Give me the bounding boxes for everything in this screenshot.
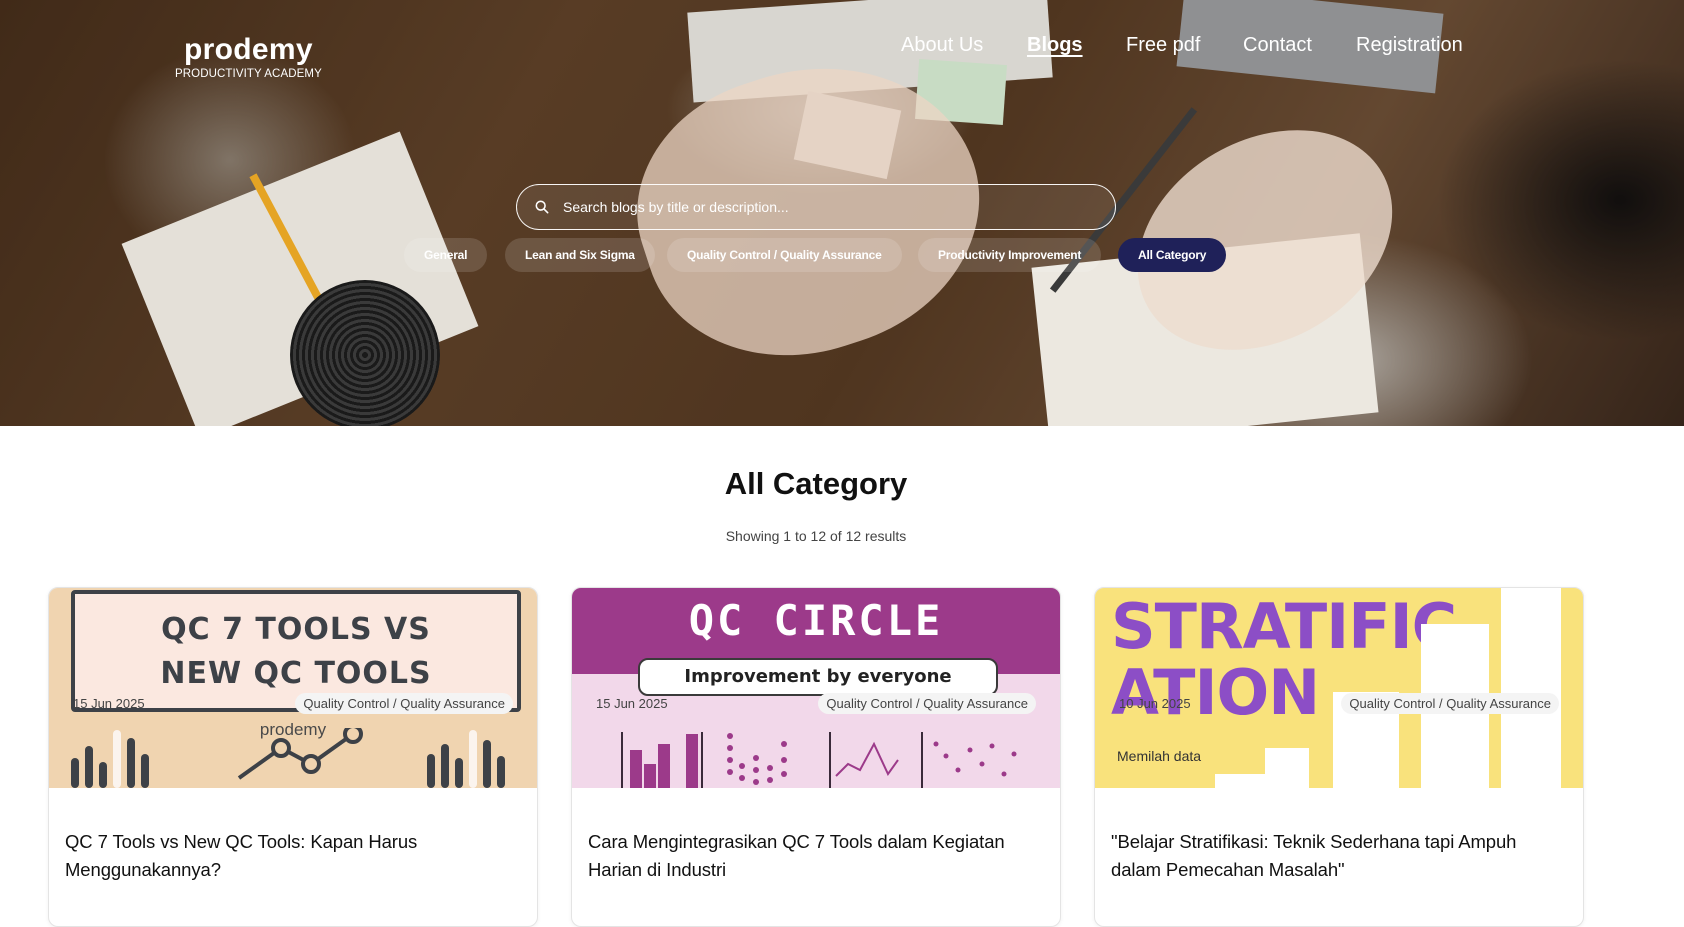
category-chip-qc-qa[interactable]: Quality Control / Quality Assurance bbox=[667, 238, 902, 272]
blog-card-title[interactable]: QC 7 Tools vs New QC Tools: Kapan Harus … bbox=[65, 828, 521, 884]
bar-chart-icon bbox=[71, 728, 505, 788]
logo-tagline: PRODUCTIVITY ACADEMY bbox=[175, 68, 322, 80]
blog-card[interactable]: QC CIRCLE Improvement by everyone Cara M… bbox=[571, 587, 1061, 927]
nav-free-pdf[interactable]: Free pdf bbox=[1126, 30, 1200, 60]
blog-card[interactable]: QC 7 TOOLS VS NEW QC TOOLS prodemy QC 7 … bbox=[48, 587, 538, 927]
bar-chart-icon bbox=[1215, 588, 1561, 788]
blog-card-body: Cara Mengintegrasikan QC 7 Tools dalam K… bbox=[572, 788, 1060, 884]
nav-about-us[interactable]: About Us bbox=[901, 30, 983, 60]
search-bar bbox=[516, 184, 1116, 230]
nav-registration[interactable]: Registration bbox=[1356, 30, 1463, 60]
image-title-line: QC 7 TOOLS VS bbox=[161, 612, 431, 647]
blog-card-body: "Belajar Stratifikasi: Teknik Sederhana … bbox=[1095, 788, 1583, 884]
blog-card-category-badge: Quality Control / Quality Assurance bbox=[1341, 693, 1559, 714]
page-title: All Category bbox=[724, 466, 908, 501]
blog-card-title[interactable]: "Belajar Stratifikasi: Teknik Sederhana … bbox=[1111, 828, 1567, 884]
blog-card-category-badge: Quality Control / Quality Assurance bbox=[295, 693, 513, 714]
blog-card-date: 10 Jun 2025 bbox=[1119, 696, 1191, 711]
search-input[interactable] bbox=[563, 185, 1115, 229]
logo-name: prodemy bbox=[184, 33, 313, 66]
blog-card-image: STRATIFIC ATION Memilah data bbox=[1095, 588, 1583, 788]
logo[interactable]: prodemy PRODUCTIVITY ACADEMY bbox=[175, 33, 322, 81]
blog-card-category-badge: Quality Control / Quality Assurance bbox=[818, 693, 1036, 714]
blog-card-image: QC CIRCLE Improvement by everyone bbox=[572, 588, 1060, 788]
search-icon bbox=[535, 200, 549, 214]
blog-card-date: 15 Jun 2025 bbox=[73, 696, 145, 711]
blog-card-date: 15 Jun 2025 bbox=[596, 696, 668, 711]
image-subtitle: Improvement by everyone bbox=[638, 658, 998, 696]
category-chip-general[interactable]: General bbox=[404, 238, 488, 272]
image-title: QC CIRCLE bbox=[688, 596, 944, 645]
blog-card-body: QC 7 Tools vs New QC Tools: Kapan Harus … bbox=[49, 788, 537, 884]
category-chip-productivity[interactable]: Productivity Improvement bbox=[918, 238, 1102, 272]
category-chip-all[interactable]: All Category bbox=[1118, 238, 1227, 272]
nav-contact[interactable]: Contact bbox=[1243, 30, 1312, 60]
image-title-line: NEW QC TOOLS bbox=[160, 656, 432, 691]
qc-charts-icon bbox=[621, 732, 1017, 788]
category-chip-lean-six-sigma[interactable]: Lean and Six Sigma bbox=[505, 238, 655, 272]
blog-card[interactable]: STRATIFIC ATION Memilah data "Belajar St… bbox=[1094, 587, 1584, 927]
blog-card-image: QC 7 TOOLS VS NEW QC TOOLS prodemy bbox=[49, 588, 537, 788]
hero-photo-pen-holder bbox=[290, 280, 440, 426]
results-count: Showing 1 to 12 of 12 results bbox=[725, 528, 907, 544]
nav-blogs[interactable]: Blogs bbox=[1027, 30, 1083, 60]
blog-card-title[interactable]: Cara Mengintegrasikan QC 7 Tools dalam K… bbox=[588, 828, 1044, 884]
